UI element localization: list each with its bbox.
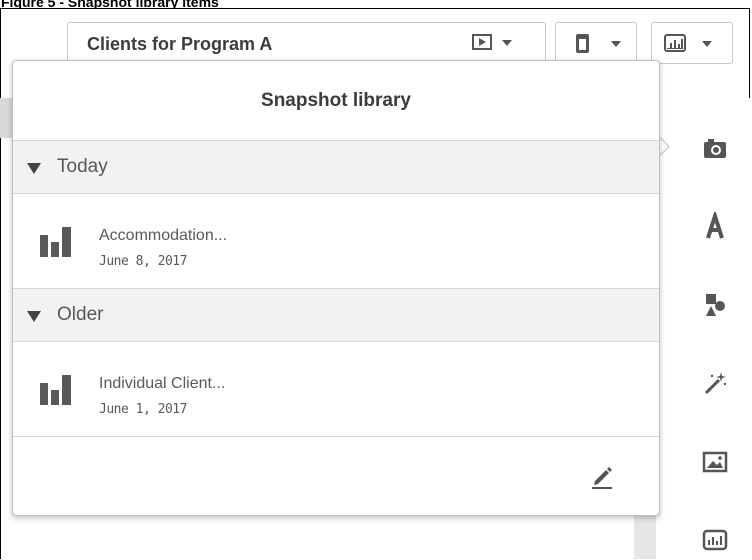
chevron-down-icon [502,40,512,46]
snapshot-name: Accommodation... [99,227,228,244]
image-icon[interactable] [700,447,730,477]
snapshot-date: June 8, 2017 [99,254,187,269]
figure-caption: Figure 5 - Snapshot library items [1,0,219,10]
bar-chart-icon [40,375,76,405]
sheet-title: Clients for Program A [87,34,273,54]
shapes-icon[interactable] [700,290,730,320]
bar-chart-icon [40,227,76,257]
group-header-today[interactable]: Today [13,141,659,194]
chart-dropdown-button[interactable] [651,22,733,64]
pencil-icon[interactable] [587,461,617,491]
chevron-down-icon [611,41,621,47]
magic-wand-icon[interactable] [700,368,730,398]
camera-icon[interactable] [700,133,730,163]
popover-title: Snapshot library [13,61,659,141]
sheet-title-selector[interactable]: Clients for Program A [67,22,546,64]
device-dropdown-button[interactable] [555,22,637,64]
chart-icon[interactable] [700,525,730,555]
play-dropdown-button[interactable] [472,32,527,56]
play-icon [472,34,492,50]
device-icon [576,34,589,53]
group-label: Today [57,156,108,177]
triangle-down-icon [27,311,41,322]
snapshot-date: June 1, 2017 [99,402,187,417]
snapshot-library-popover: Snapshot library Today Accommodation... … [12,60,660,516]
snapshot-item[interactable]: Individual Client... June 1, 2017 [13,342,659,437]
snapshot-name: Individual Client... [99,375,226,392]
group-header-older[interactable]: Older [13,289,659,342]
chart-icon [664,34,686,52]
asset-sidebar [664,98,752,559]
chevron-down-icon [702,41,712,47]
text-icon[interactable] [700,209,730,242]
triangle-down-icon [27,163,41,174]
snapshot-item[interactable]: Accommodation... June 8, 2017 [13,194,659,289]
group-label: Older [57,304,104,325]
